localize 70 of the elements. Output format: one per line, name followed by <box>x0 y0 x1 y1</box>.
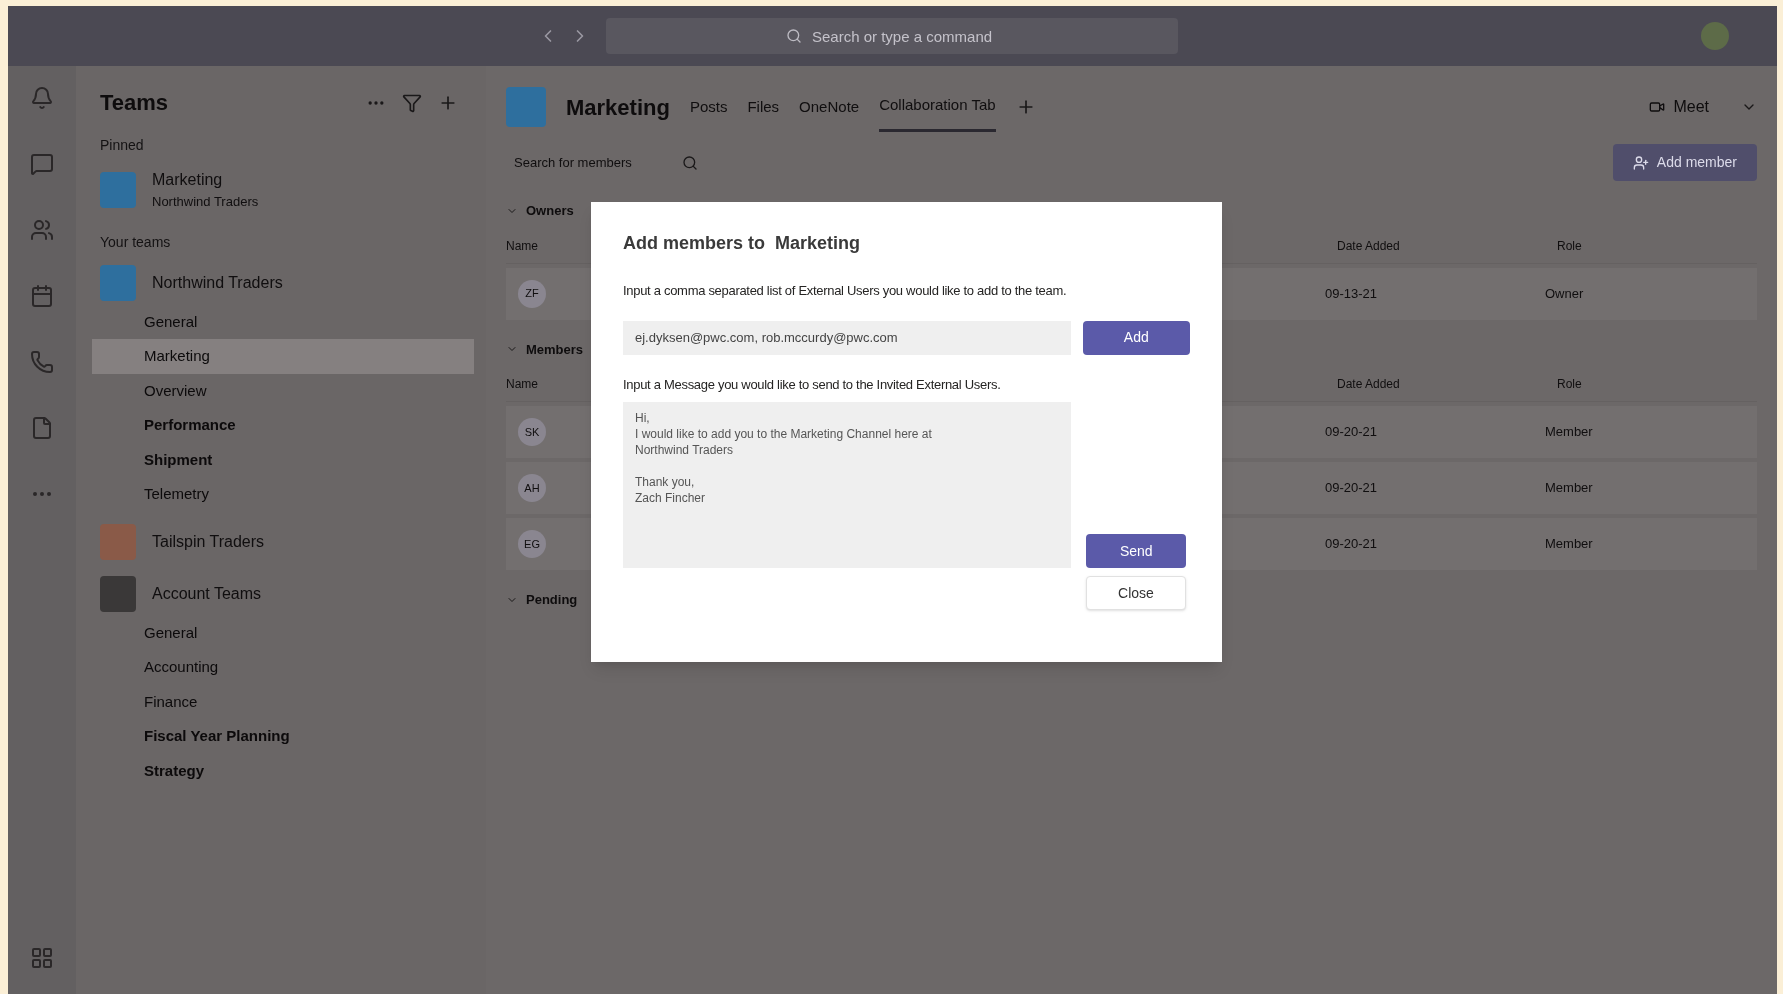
avatar[interactable] <box>1701 22 1729 50</box>
sidebar-title: Teams <box>100 89 169 117</box>
team-name[interactable]: Marketing <box>152 168 259 192</box>
column-header: Date Added <box>1337 237 1400 255</box>
member-initials: AH <box>518 474 546 502</box>
add-button[interactable]: Add <box>1082 320 1190 355</box>
team-subtitle: Northwind Traders <box>152 193 259 211</box>
channel-item[interactable]: Performance <box>92 408 474 443</box>
people-icon[interactable] <box>30 218 54 242</box>
role-cell-text: Member <box>1545 479 1593 498</box>
video-icon <box>1649 99 1666 115</box>
channel-avatar <box>506 87 546 127</box>
section-heading: Pinned <box>100 136 145 155</box>
member-initials: ZF <box>518 279 546 308</box>
file-icon[interactable] <box>30 416 54 440</box>
date-cell-text: 09-13-21 <box>1325 284 1378 303</box>
search-icon <box>682 154 698 171</box>
channel-item[interactable]: Shipment <box>92 442 474 477</box>
channel-title: Marketing <box>566 93 670 122</box>
role-cell-text: Member <box>1545 535 1593 554</box>
tab[interactable]: OneNote <box>799 83 860 131</box>
meet-button[interactable]: Meet <box>1637 91 1721 123</box>
date-cell-text: 09-20-21 <box>1325 535 1378 554</box>
section-heading: Your teams <box>100 232 172 252</box>
team-name[interactable]: Tailspin Traders <box>152 529 265 554</box>
channel-item[interactable]: General <box>92 615 474 650</box>
channel-item[interactable]: Finance <box>92 684 474 719</box>
team-name[interactable]: Northwind Traders <box>152 270 283 295</box>
message-label: Input a Message you would like to send to the Invited External Users. <box>623 375 1002 394</box>
channel-item[interactable]: Marketing <box>92 339 474 374</box>
group-title[interactable]: Pending <box>526 590 578 610</box>
tab[interactable]: Collaboration Tab <box>879 82 996 132</box>
channel-item[interactable]: Telemetry <box>92 477 474 512</box>
channel-item[interactable]: Overview <box>92 373 474 408</box>
channel-item[interactable]: Strategy <box>92 753 474 788</box>
member-search-field[interactable]: Search for members <box>506 148 706 177</box>
channel-item[interactable]: Accounting <box>92 650 474 685</box>
channel-item[interactable]: General <box>92 304 474 339</box>
filter-icon[interactable] <box>402 92 422 113</box>
bell-icon[interactable] <box>30 86 54 110</box>
tab[interactable]: Files <box>747 83 780 131</box>
emails-field[interactable]: ej.dyksen@pwc.com, rob.mccurdy@pwc.com <box>623 320 1071 355</box>
column-header: Date Added <box>1337 376 1400 393</box>
role-cell-text: Owner <box>1545 284 1584 303</box>
dialog-title: Add members to Marketing <box>623 232 862 255</box>
team-name[interactable]: Account Teams <box>152 581 262 606</box>
tab[interactable]: Posts <box>689 83 728 131</box>
channel-item[interactable]: Fiscal Year Planning <box>92 719 474 754</box>
column-header: Role <box>1557 376 1582 393</box>
date-cell-text: 09-20-21 <box>1325 479 1378 498</box>
search-field[interactable]: Search or type a command <box>606 18 1178 54</box>
column-header: Role <box>1557 237 1582 255</box>
send-button[interactable]: Send <box>1086 534 1187 568</box>
add-member-button[interactable]: Add member <box>1612 144 1757 181</box>
member-initials: SK <box>518 418 546 446</box>
grid-icon[interactable] <box>30 946 54 970</box>
calendar-icon[interactable] <box>30 284 54 308</box>
message-field[interactable]: Hi, I would like to add you to the Marketing Channel here at Northwind Traders Thank you, Zach Fincher <box>623 402 1071 568</box>
column-header: Name <box>506 237 538 255</box>
chat-icon[interactable] <box>30 152 54 176</box>
emails-label: Input a comma separated list of External Users you would like to add to the team. <box>623 282 1068 300</box>
phone-icon[interactable] <box>30 350 54 374</box>
role-cell-text: Member <box>1545 423 1593 442</box>
group-title[interactable]: Owners <box>526 201 574 221</box>
column-header: Name <box>506 376 538 393</box>
person-add-icon <box>1632 154 1649 171</box>
date-cell-text: 09-20-21 <box>1325 423 1378 442</box>
close-button[interactable]: Close <box>1086 576 1186 610</box>
member-initials: EG <box>518 530 546 558</box>
group-title[interactable]: Members <box>526 339 584 359</box>
